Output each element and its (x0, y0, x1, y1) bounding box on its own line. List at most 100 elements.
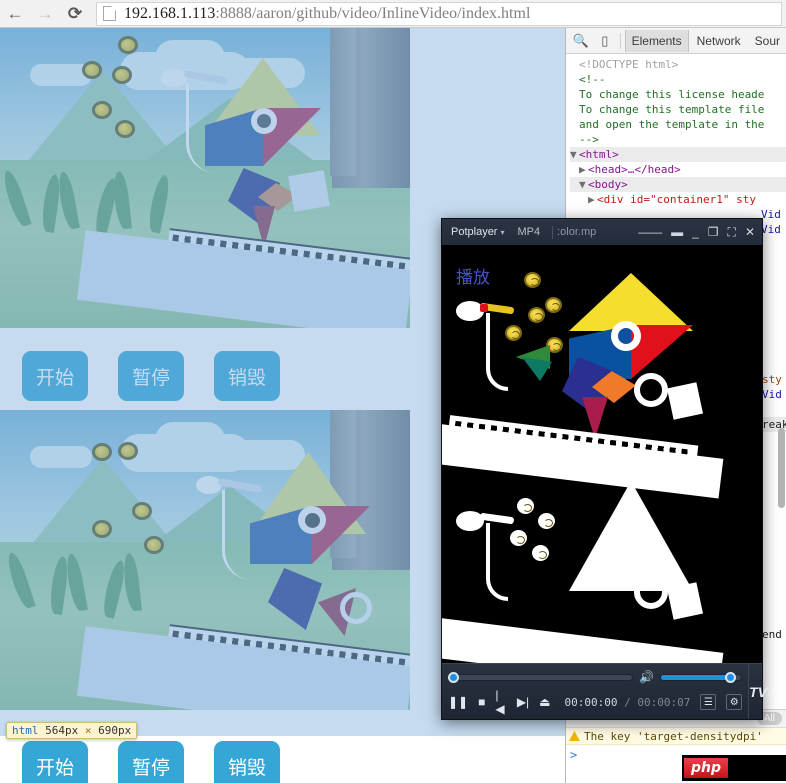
lens-ring (611, 321, 641, 351)
video1-controls: 开始 暂停 销毁 (22, 351, 281, 401)
shell (112, 66, 132, 84)
previous-track-icon[interactable]: |◀ (495, 688, 506, 716)
fullscreen-icon[interactable]: ⛶ (728, 226, 736, 238)
inline-video-1[interactable] (0, 28, 410, 328)
shell (92, 520, 112, 538)
maximize-icon[interactable]: ❐ (708, 226, 719, 238)
console-warning-row[interactable]: The key 'target-densitydpi' (566, 728, 786, 745)
expand-triangle-icon[interactable]: ▼ (579, 177, 588, 192)
video2-controls: 开始 暂停 销毁 (22, 741, 281, 783)
inline-video-2[interactable] (0, 410, 410, 710)
eject-icon[interactable]: ⏏ (539, 695, 550, 709)
potplayer-menu-button[interactable]: Potplayer ▾ (446, 226, 510, 238)
console-drawer: All The key 'target-densitydpi' > php (566, 709, 786, 783)
start-button-2[interactable]: 开始 (22, 741, 89, 783)
tv-label: TV (749, 683, 768, 700)
current-time: 00:00:00 (564, 695, 618, 709)
white-card (667, 582, 703, 620)
video-frame-illustration (0, 410, 410, 710)
ring (340, 592, 372, 624)
tree-node-head[interactable]: ▶ <head>…</head> (570, 162, 786, 177)
ring (634, 373, 668, 407)
potplayer-controls: 🔊 ❚❚ ■ |◀ ▶| ⏏ 00:00:00 / 00:00:07 ☰ ⚙ T… (442, 663, 772, 719)
tooltip-separator: × (84, 724, 92, 737)
tab-elements[interactable]: Elements (624, 29, 689, 52)
destroy-button-2[interactable]: 销毁 (214, 741, 281, 783)
bubble (524, 272, 541, 288)
media-filename: :olor.mp (557, 226, 597, 238)
divider (552, 225, 554, 239)
microphone-wire (486, 523, 508, 601)
pause-button-1[interactable]: 暂停 (118, 351, 185, 401)
minimize-icon[interactable]: _ (692, 226, 699, 238)
tree-node-body[interactable]: ▼ <body> (570, 177, 786, 192)
time-display: 00:00:00 / 00:00:07 (565, 696, 691, 709)
controls-main: 🔊 ❚❚ ■ |◀ ▶| ⏏ 00:00:00 / 00:00:07 ☰ ⚙ (442, 664, 748, 719)
tag-div-container1: <div id="container1" sty (597, 193, 756, 206)
bubble (545, 297, 562, 313)
tag-head: <head>…</head> (588, 163, 681, 176)
potplayer-video-surface[interactable]: 播放 (442, 245, 762, 663)
volume-fill (661, 674, 730, 680)
video-overlay-label: 播放 (456, 268, 490, 288)
url-text: 192.168.1.113:8888/aaron/github/video/In… (124, 4, 531, 22)
devtools-tabbar: 🔍 ▯ Elements Network Sour (566, 28, 786, 54)
lens-center (305, 513, 320, 528)
ring (634, 575, 668, 609)
warning-icon (569, 731, 580, 741)
speaker-icon[interactable]: 🔊 (639, 670, 654, 684)
triangle-white (569, 481, 693, 591)
gear-icon[interactable]: ⚙ (726, 694, 743, 710)
device-toolbar-icon[interactable]: ▯ (594, 29, 616, 53)
playlist-icon[interactable]: ☰ (700, 694, 717, 710)
page-document-icon (103, 6, 116, 21)
potplayer-window[interactable]: Potplayer▾ MP4 :olor.mp —— ▬ _ ❐ ⛶ ✕ 播放 (441, 218, 772, 720)
seek-slider[interactable] (447, 671, 634, 683)
collapse-triangle-icon[interactable]: ▶ (579, 162, 588, 177)
tree-trunk (330, 28, 356, 176)
code-line: <!-- (579, 73, 606, 86)
compact-icon[interactable]: ▬ (671, 226, 683, 238)
start-button-1[interactable]: 开始 (22, 351, 89, 401)
code-line: To change this license heade (579, 88, 765, 101)
destroy-button-1[interactable]: 销毁 (214, 351, 281, 401)
forward-arrow-icon[interactable]: → (30, 0, 60, 28)
potplayer-app-name: Potplayer (451, 226, 498, 238)
pause-icon[interactable]: ❚❚ (448, 695, 468, 709)
microphone-wire (486, 313, 508, 391)
volume-knob[interactable] (724, 671, 736, 683)
tree-node-html[interactable]: ▼ <html> (570, 147, 786, 162)
microphone-accent (480, 304, 488, 312)
tv-button[interactable]: TV › (748, 664, 772, 719)
lens-center (257, 114, 271, 128)
white-card (667, 382, 703, 420)
tooltip-height: 690px (98, 724, 132, 737)
bubble-white (532, 545, 549, 561)
potplayer-titlebar[interactable]: Potplayer ▾ MP4 :olor.mp —— ▬ _ ❐ ⛶ ✕ (442, 219, 762, 245)
code-line: and open the template in the (579, 118, 765, 131)
collapse-triangle-icon[interactable]: ▶ (588, 192, 597, 207)
expand-triangle-icon[interactable]: ▼ (570, 147, 579, 162)
php-logo-badge: php (682, 755, 786, 781)
tab-sources[interactable]: Sour (749, 30, 786, 52)
shell (92, 443, 112, 461)
stop-icon[interactable]: ■ (478, 695, 485, 709)
reload-icon[interactable]: ⟳ (60, 0, 90, 28)
address-bar[interactable]: 192.168.1.113:8888/aaron/github/video/In… (96, 1, 782, 26)
bubble-white (538, 513, 555, 529)
pause-button-2[interactable]: 暂停 (118, 741, 185, 783)
seek-knob[interactable] (447, 671, 459, 683)
devtools-scrollbar[interactable] (778, 428, 785, 508)
search-icon[interactable]: 🔍 (570, 29, 592, 53)
close-icon[interactable]: ✕ (745, 226, 755, 238)
minimize-to-tray-icon[interactable]: —— (638, 226, 662, 238)
next-track-icon[interactable]: ▶| (517, 695, 529, 709)
inspector-size-tooltip: html 564px × 690px (6, 722, 138, 739)
back-arrow-icon[interactable]: ← (0, 0, 30, 28)
window-buttons: —— ▬ _ ❐ ⛶ ✕ (638, 226, 758, 238)
tab-network[interactable]: Network (691, 30, 747, 52)
microphone-head (161, 69, 187, 87)
volume-slider[interactable] (660, 671, 743, 683)
tree-node-div[interactable]: ▶ <div id="container1" sty (570, 192, 786, 207)
tooltip-tag-name: html (12, 724, 39, 737)
